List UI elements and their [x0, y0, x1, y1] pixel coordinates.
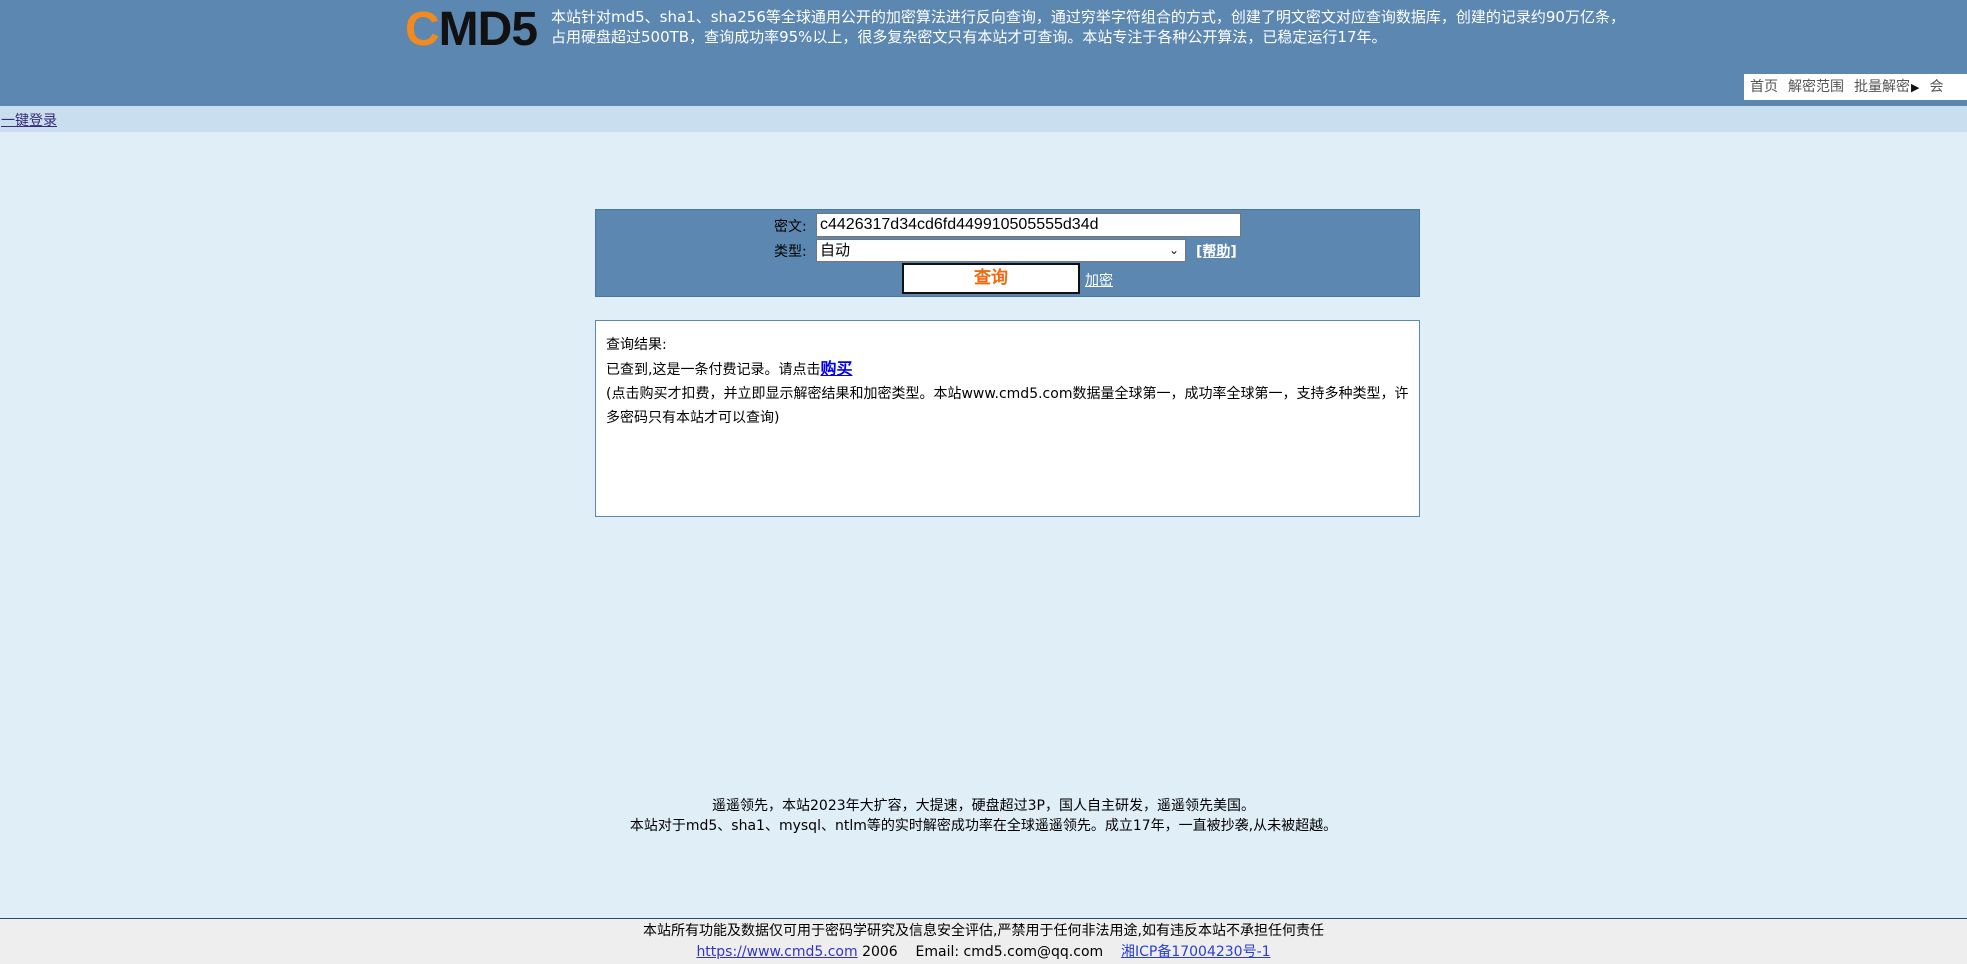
nav-batch-decrypt-label: 批量解密: [1854, 79, 1910, 95]
site-footer: 本站所有功能及数据仅可用于密码学研究及信息安全评估,严禁用于任何非法用途,如有违…: [0, 918, 1967, 964]
encrypt-link[interactable]: 加密: [1085, 270, 1113, 290]
type-select[interactable]: 自动 ⌄: [816, 239, 1186, 262]
footer-info: https://www.cmd5.com 2006 Email: cmd5.co…: [0, 942, 1967, 963]
result-box: 查询结果: 已查到,这是一条付费记录。请点击购买 (点击购买才扣费，并立即显示解…: [595, 320, 1420, 517]
caret-right-icon: ▶: [1911, 81, 1920, 94]
nav-home[interactable]: 首页: [1750, 74, 1778, 100]
footer-site-link[interactable]: https://www.cmd5.com: [696, 944, 857, 960]
ciphertext-label: 密文:: [774, 219, 807, 235]
cmd5-logo[interactable]: CMD5: [405, 3, 538, 56]
footer-email: Email: cmd5.com@qq.com: [915, 944, 1104, 960]
buy-link[interactable]: 购买: [820, 359, 852, 378]
result-found-line: 已查到,这是一条付费记录。请点击购买: [606, 357, 1409, 382]
result-heading: 查询结果:: [606, 337, 667, 353]
nav-batch-decrypt[interactable]: 批量解密▶: [1854, 74, 1919, 100]
site-header: CMD5 本站针对md5、sha1、sha256等全球通用公开的加密算法进行反向…: [0, 0, 1967, 106]
nav-member[interactable]: 会: [1929, 74, 1943, 100]
logo-letter-c: C: [405, 3, 440, 56]
ciphertext-input[interactable]: [816, 213, 1241, 237]
query-button[interactable]: 查询: [902, 263, 1080, 294]
search-panel: 密文: 类型: 自动 ⌄ [帮助] 查询 加密: [595, 209, 1420, 297]
nav-decrypt-range[interactable]: 解密范围: [1788, 74, 1844, 100]
chevron-down-icon: ⌄: [1168, 243, 1179, 257]
logo-text: MD5: [438, 3, 538, 56]
help-link[interactable]: [帮助]: [1196, 241, 1237, 261]
promo-line-1: 遥遥领先，本站2023年大扩容，大提速，硬盘超过3P，国人自主研发，遥遥领先美国…: [712, 798, 1255, 814]
result-found-text: 已查到,这是一条付费记录。请点击: [606, 362, 821, 378]
footer-disclaimer: 本站所有功能及数据仅可用于密码学研究及信息安全评估,严禁用于任何非法用途,如有违…: [643, 923, 1324, 939]
one-click-login-link[interactable]: 一键登录: [1, 110, 57, 130]
promo-text: 遥遥领先，本站2023年大扩容，大提速，硬盘超过3P，国人自主研发，遥遥领先美国…: [0, 796, 1967, 836]
footer-icp-link[interactable]: 湘ICP备17004230号-1: [1121, 944, 1271, 960]
login-bar: 一键登录: [0, 106, 1967, 132]
type-label: 类型:: [774, 244, 807, 260]
top-nav: 首页 解密范围 批量解密▶ 会: [1744, 74, 1967, 100]
footer-year: 2006: [862, 944, 898, 960]
site-intro-text: 本站针对md5、sha1、sha256等全球通用公开的加密算法进行反向查询，通过…: [551, 8, 1625, 46]
promo-line-2: 本站对于md5、sha1、mysql、ntlm等的实时解密成功率在全球遥遥领先。…: [629, 818, 1338, 834]
type-select-value: 自动: [820, 241, 851, 259]
result-note: (点击购买才扣费，并立即显示解密结果和加密类型。本站www.cmd5.com数据…: [606, 386, 1409, 426]
